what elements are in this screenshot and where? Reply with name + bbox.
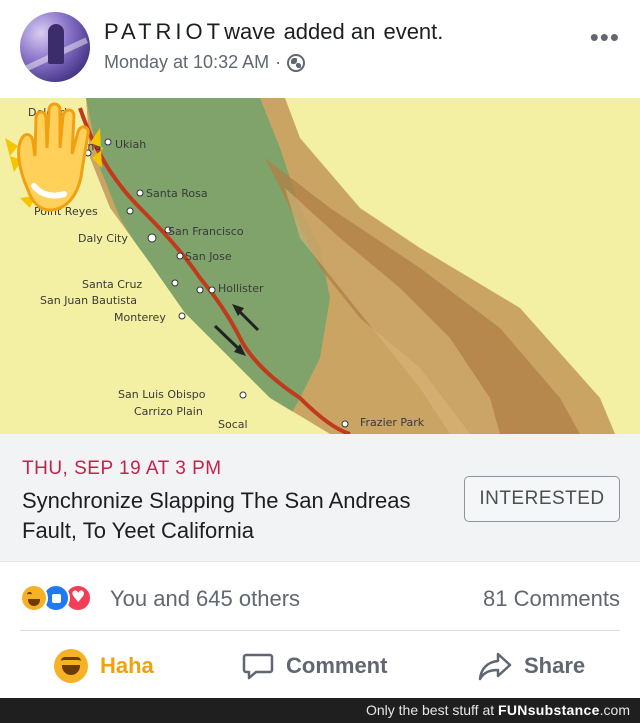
event-date: THU, SEP 19 AT 3 PM bbox=[22, 458, 222, 479]
page-name-rest[interactable]: wave bbox=[224, 19, 275, 44]
map-label: San Juan Bautista bbox=[40, 294, 138, 307]
map-label: Monterey bbox=[114, 311, 166, 324]
haha-button[interactable]: Haha bbox=[54, 634, 154, 698]
event-title[interactable]: Synchronize Slapping The San Andreas Fau… bbox=[22, 486, 442, 546]
map-label: Santa Cruz bbox=[82, 278, 143, 291]
map-label: Ukiah bbox=[115, 138, 147, 151]
haha-icon bbox=[20, 584, 48, 612]
haha-label: Haha bbox=[100, 653, 154, 678]
map-label: San Luis Obispo bbox=[118, 388, 206, 401]
watermark-prefix: Only the best stuff at bbox=[365, 702, 495, 718]
event-card[interactable]: THU, SEP 19 AT 3 PM Synchronize Slapping… bbox=[0, 434, 640, 562]
post-header: PATRIOTwave added an event. Monday at 10… bbox=[0, 0, 640, 98]
reactions-summary: You and 645 others 81 Comments bbox=[0, 562, 640, 634]
avatar-figure bbox=[48, 24, 64, 64]
post-action-object[interactable]: event. bbox=[383, 19, 443, 44]
map-label: Daly City bbox=[78, 232, 128, 245]
meta-separator: · bbox=[275, 52, 282, 72]
reaction-icons[interactable] bbox=[20, 584, 110, 612]
share-button[interactable]: Share bbox=[478, 634, 585, 698]
share-label: Share bbox=[524, 653, 586, 678]
interested-button[interactable]: INTERESTED bbox=[464, 476, 620, 522]
post-action-text: added an bbox=[283, 19, 376, 44]
map-label: Hollister bbox=[218, 282, 264, 295]
post-meta: Monday at 10:32 AM · bbox=[104, 52, 306, 73]
map-label: San Jose bbox=[185, 250, 232, 263]
watermark-text: Only the best stuff at FUNsubstance.com bbox=[366, 702, 630, 718]
page-name[interactable]: PATRIOT bbox=[104, 19, 224, 44]
reactions-count[interactable]: You and 645 others bbox=[110, 586, 300, 612]
watermark-brand-a: FUN bbox=[498, 702, 528, 718]
watermark-brand-c: .com bbox=[599, 702, 630, 718]
slapping-hand-icon bbox=[5, 102, 104, 212]
map-label: Carrizo Plain bbox=[134, 405, 203, 418]
page-avatar[interactable] bbox=[20, 12, 90, 82]
share-icon bbox=[478, 652, 512, 681]
globe-icon bbox=[287, 53, 306, 72]
more-options-icon[interactable]: ••• bbox=[590, 22, 620, 53]
comment-button[interactable]: Comment bbox=[242, 634, 387, 698]
post-timestamp[interactable]: Monday at 10:32 AM bbox=[104, 52, 269, 73]
event-cover-image[interactable]: Delgada Point Arena Ukiah Santa Rosa Poi… bbox=[0, 98, 640, 434]
divider bbox=[20, 630, 620, 631]
watermark-brand-b: substance bbox=[527, 702, 600, 718]
watermark-bar: Only the best stuff at FUNsubstance.com bbox=[0, 698, 640, 723]
map-label: Santa Rosa bbox=[146, 187, 208, 200]
comment-icon bbox=[242, 653, 274, 680]
haha-icon bbox=[54, 649, 88, 683]
map-label: Socal bbox=[218, 418, 248, 431]
comment-label: Comment bbox=[286, 653, 388, 678]
comments-count[interactable]: 81 Comments bbox=[483, 586, 620, 612]
post-author-line: PATRIOTwave added an event. bbox=[104, 19, 443, 45]
map-label: San Francisco bbox=[168, 225, 244, 238]
action-bar: Haha Comment Share bbox=[0, 634, 640, 698]
map-label: Frazier Park bbox=[360, 416, 425, 429]
